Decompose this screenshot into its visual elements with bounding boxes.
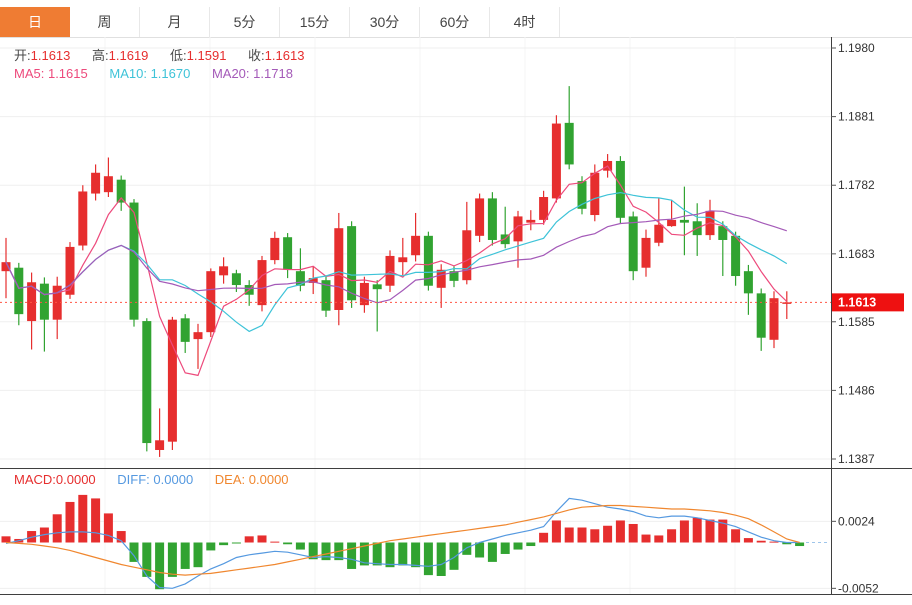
high-value: 1.1619 bbox=[109, 48, 149, 63]
ma10-line-layer bbox=[6, 193, 787, 332]
svg-text:1.1387: 1.1387 bbox=[838, 452, 875, 466]
close-label: 收: bbox=[248, 48, 265, 63]
svg-text:-0.0052: -0.0052 bbox=[838, 581, 879, 595]
ma-readout: MA5: 1.1615 MA10: 1.1670 MA20: 1.1718 bbox=[14, 66, 311, 81]
high-readout: 高:1.1619 bbox=[92, 48, 148, 63]
ma10-readout: MA10: 1.1670 bbox=[109, 66, 190, 81]
ma5-readout: MA5: 1.1615 bbox=[14, 66, 88, 81]
macd-readout: MACD:0.0000 DIFF: 0.0000 DEA: 0.0000 bbox=[14, 472, 307, 487]
macd-value-readout: MACD:0.0000 bbox=[14, 472, 96, 487]
svg-text:1.1585: 1.1585 bbox=[838, 315, 875, 329]
diff-label: DIFF: bbox=[117, 472, 150, 487]
dea-readout: DEA: 0.0000 bbox=[215, 472, 289, 487]
ohlc-readout: 开:1.1613 高:1.1619 低:1.1591 收:1.1613 bbox=[14, 45, 322, 64]
svg-text:1.1881: 1.1881 bbox=[838, 110, 875, 124]
svg-text:1.1683: 1.1683 bbox=[838, 247, 875, 261]
ma10-label: MA10: bbox=[109, 66, 147, 81]
svg-text:0.0024: 0.0024 bbox=[838, 514, 875, 528]
macd-value: 0.0000 bbox=[56, 472, 96, 487]
price-axis-labels: 1.1980 1.1881 1.1782 1.1683 1.1585 1.1486 1.13… bbox=[831, 41, 879, 595]
ma10-line bbox=[6, 193, 787, 332]
ma20-readout: MA20: 1.1718 bbox=[212, 66, 293, 81]
ma20-value: 1.1718 bbox=[253, 66, 293, 81]
open-readout: 开:1.1613 bbox=[14, 48, 70, 63]
dea-label: DEA: bbox=[215, 472, 245, 487]
low-label: 低: bbox=[170, 48, 187, 63]
dea-value: 0.0000 bbox=[249, 472, 289, 487]
diff-value: 0.0000 bbox=[153, 472, 193, 487]
open-value: 1.1613 bbox=[31, 48, 71, 63]
current-price-badge: 1.1613 bbox=[832, 293, 904, 311]
diff-readout: DIFF: 0.0000 bbox=[117, 472, 193, 487]
macd-label: MACD: bbox=[14, 472, 56, 487]
low-value: 1.1591 bbox=[187, 48, 227, 63]
low-readout: 低:1.1591 bbox=[170, 48, 226, 63]
ma5-label: MA5: bbox=[14, 66, 44, 81]
close-value: 1.1613 bbox=[265, 48, 305, 63]
ma20-label: MA20: bbox=[212, 66, 250, 81]
svg-text:1.1782: 1.1782 bbox=[838, 178, 875, 192]
ma10-value: 1.1670 bbox=[151, 66, 191, 81]
candlestick-layer bbox=[2, 86, 792, 457]
chart-canvas[interactable]: 1.1980 1.1881 1.1782 1.1683 1.1585 1.1486 1.13… bbox=[0, 0, 912, 605]
svg-text:1.1486: 1.1486 bbox=[838, 383, 875, 397]
svg-text:1.1613: 1.1613 bbox=[838, 295, 876, 309]
open-label: 开: bbox=[14, 48, 31, 63]
svg-text:1.1980: 1.1980 bbox=[838, 41, 875, 55]
high-label: 高: bbox=[92, 48, 109, 63]
trading-chart-window: 1.1980 1.1881 1.1782 1.1683 1.1585 1.1486 1.13… bbox=[0, 0, 912, 605]
ma5-value: 1.1615 bbox=[48, 66, 88, 81]
close-readout: 收:1.1613 bbox=[248, 48, 304, 63]
